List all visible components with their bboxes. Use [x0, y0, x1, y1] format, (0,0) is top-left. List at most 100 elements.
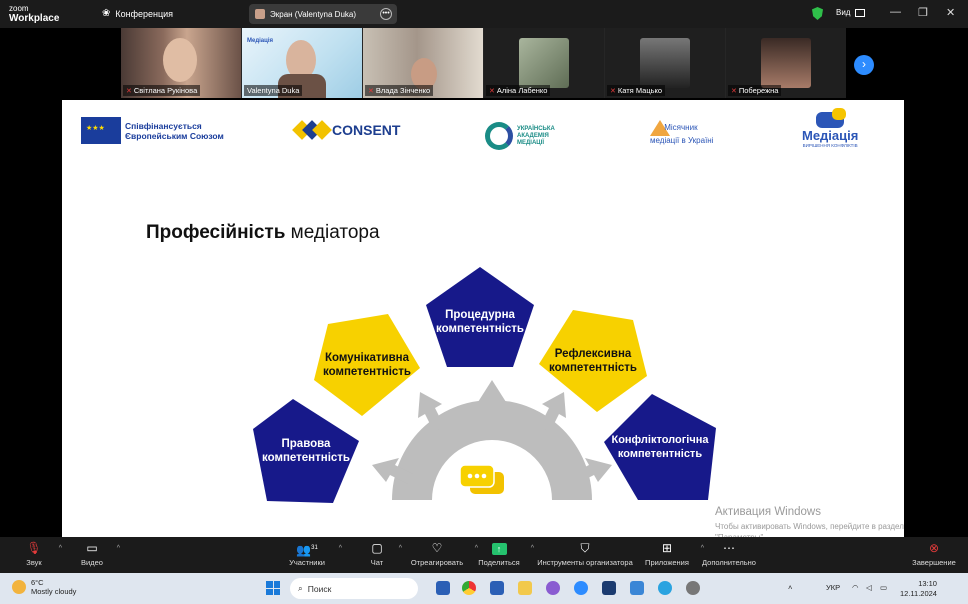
weather-temp: 6°C [31, 578, 44, 587]
paw-icon: ❀ [102, 8, 111, 19]
host-tools-button[interactable]: ⛉ Инструменты организатора [534, 541, 636, 567]
windows-taskbar: 6°C Mostly cloudy ⌕ Поиск ˄ УКР ◠ ◁ ▭ 13:… [0, 573, 968, 604]
mic-off-icon: ✕ [489, 87, 495, 95]
participants-button[interactable]: 👥31 Участники ^ [284, 541, 342, 567]
windows-start-icon[interactable] [266, 581, 280, 595]
consent-logo: CONSENT [292, 118, 401, 142]
weather-widget[interactable]: 6°C Mostly cloudy [12, 578, 76, 596]
camera-icon: ▭ [86, 541, 98, 555]
background-caption: Медіація [247, 38, 274, 44]
meeting-label: Конференция [115, 8, 174, 19]
participant-name-tag: ✕ Побережна [728, 85, 782, 96]
view-button[interactable]: Вид [836, 8, 866, 17]
title-bar: zoom Workplace ❀ Конференция Экран (Vale… [0, 0, 968, 28]
minimize-icon[interactable]: — [890, 6, 901, 18]
photos-icon[interactable] [630, 581, 644, 595]
mic-muted-icon: 🎙 [26, 541, 42, 555]
competency-label: Процедурна компетентність [435, 309, 525, 335]
telegram-icon[interactable] [658, 581, 672, 595]
participant-name-tag: ✕ Влада Зінченко [365, 85, 434, 96]
participant-avatar [761, 38, 811, 88]
taskbar-clock[interactable]: 13:10 12.11.2024 [900, 579, 937, 599]
participant-tile-active[interactable]: Медіація Valentyna Duka [242, 28, 362, 98]
participant-avatar [519, 38, 569, 88]
more-options-icon[interactable]: ••• [380, 8, 392, 20]
tray-chevron-icon[interactable]: ˄ [788, 583, 792, 592]
participant-tile[interactable]: ✕ Світлана Рукінова [121, 28, 241, 98]
mic-off-icon: ✕ [731, 87, 737, 95]
word-icon[interactable] [490, 581, 504, 595]
react-button[interactable]: ♡ Отреагировать ^ [408, 541, 478, 567]
wifi-icon[interactable]: ◠ [852, 583, 859, 592]
zoom-meeting-window: zoom Workplace ❀ Конференция Экран (Vale… [0, 0, 968, 604]
consent-logo-text: CONSENT [332, 122, 401, 138]
more-button[interactable]: ⋯ Дополнительно [700, 541, 758, 567]
language-indicator[interactable]: УКР [826, 583, 840, 592]
l-app-icon[interactable] [602, 581, 616, 595]
restore-icon[interactable]: ❐ [918, 6, 928, 19]
close-icon[interactable]: ✕ [946, 6, 955, 19]
participant-name-tag: ✕ Аліна Лабенко [486, 85, 551, 96]
participant-tile[interactable]: ✕ Влада Зінченко [363, 28, 483, 98]
chevron-up-icon[interactable]: ^ [399, 545, 402, 552]
competency-label: Конфліктологічна компетентність [611, 434, 709, 460]
grid-view-icon [855, 8, 866, 17]
speaker-icon[interactable]: ◁ [866, 583, 872, 592]
consent-mark-icon [292, 118, 332, 142]
end-call-icon: ⊗ [928, 541, 940, 555]
cloudy-sun-icon [12, 580, 26, 594]
participants-count: 31 [311, 545, 318, 551]
competency-legal: Правова компетентність [253, 399, 359, 503]
more-dots-icon: ⋯ [723, 541, 735, 555]
participant-tile[interactable]: ✕ Аліна Лабенко [484, 28, 604, 98]
mediatsiia-logo-text: Медіація [802, 128, 859, 143]
chat-button[interactable]: ▢ Чат ^ [364, 541, 402, 567]
slide-title: Професійність медіатора [146, 222, 380, 244]
participant-gallery: ✕ Світлана Рукінова Медіація Valentyna Du… [121, 28, 846, 98]
logo-line-bottom: Workplace [9, 13, 60, 24]
participant-avatar [640, 38, 690, 88]
zoom-workplace-logo: zoom Workplace [9, 4, 60, 24]
participants-icon: 👥31 [296, 543, 318, 557]
chrome-icon[interactable] [462, 581, 476, 595]
chevron-up-icon[interactable]: ^ [339, 545, 342, 552]
chevron-up-icon[interactable]: ^ [59, 545, 62, 552]
file-explorer-icon[interactable] [518, 581, 532, 595]
logo-line-top: zoom [9, 4, 29, 13]
participant-tile[interactable]: ✕ Побережна [726, 28, 846, 98]
competency-conflictological: Конфліктологічна компетентність [604, 394, 716, 500]
meeting-controls: 🎙 Звук ^ ▭ Видео ^ 👥31 Участники ^ ▢ Чат… [0, 537, 968, 573]
settings-gear-icon[interactable] [686, 581, 700, 595]
heart-icon: ♡ [431, 541, 443, 555]
save-app-icon[interactable] [436, 581, 450, 595]
chevron-up-icon[interactable]: ^ [117, 545, 120, 552]
audio-button[interactable]: 🎙 Звук ^ [18, 541, 62, 567]
mic-off-icon: ✕ [610, 87, 616, 95]
weather-desc: Mostly cloudy [31, 587, 77, 596]
ukrainian-mediation-academy-logo: УКРАЇНСЬКА АКАДЕМІЯ МЕДІАЦІЇ [485, 122, 561, 150]
mediation-month-logo: Місячник медіації в Україні [650, 120, 720, 145]
presenter-avatar-icon [255, 9, 265, 19]
speech-bubbles-icon [816, 108, 847, 128]
battery-icon[interactable]: ▭ [880, 583, 887, 592]
viber-icon[interactable] [546, 581, 560, 595]
screen-share-indicator[interactable]: Экран (Valentyna Duka) ••• [249, 4, 397, 24]
clock-date: 12.11.2024 [900, 589, 937, 598]
video-button[interactable]: ▭ Видео ^ [76, 541, 120, 567]
share-button[interactable]: ↑ Поделиться ^ [476, 541, 534, 567]
uam-logo-text: УКРАЇНСЬКА АКАДЕМІЯ МЕДІАЦІЇ [517, 125, 555, 146]
zoom-app-icon[interactable] [574, 581, 588, 595]
taskbar-search[interactable]: ⌕ Поиск [290, 578, 418, 599]
competency-procedural: Процедурна компетентність [426, 267, 534, 367]
meeting-info-button[interactable]: ❀ Конференция [102, 8, 173, 19]
partner-logos: Співфінансується Європейським Союзом CON… [62, 100, 904, 170]
participant-tile[interactable]: ✕ Катя Мацько [605, 28, 725, 98]
mediatsiia-logo: Медіація ВИРІШЕННЯ КОНФЛІКТІВ [802, 108, 859, 148]
gallery-next-arrow-icon[interactable]: › [854, 55, 874, 75]
apps-button[interactable]: ⊞ Приложения ^ [642, 541, 704, 567]
participant-name-tag: Valentyna Duka [244, 85, 303, 96]
uam-circle-icon [485, 122, 513, 150]
end-meeting-button[interactable]: ⊗ Завершение [908, 541, 960, 567]
encryption-shield-icon[interactable] [812, 7, 823, 20]
search-placeholder: Поиск [307, 583, 332, 594]
